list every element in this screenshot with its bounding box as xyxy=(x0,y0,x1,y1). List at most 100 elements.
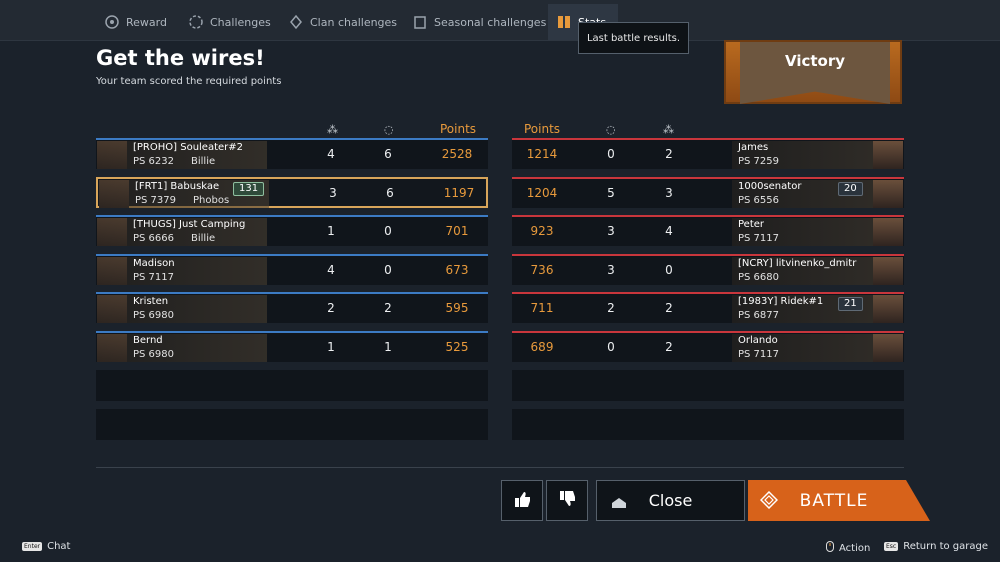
garage-icon xyxy=(611,494,627,513)
companion-name: Phobos xyxy=(193,195,230,206)
player-row[interactable]: 736 3 0 [NCRY] litvinenko_dmitr PS 6680 xyxy=(512,254,904,285)
companion-name: Billie xyxy=(191,156,216,167)
player-name: [THUGS] Just Camping xyxy=(133,219,246,230)
points-value: 595 xyxy=(445,301,469,315)
points-value: 2528 xyxy=(441,147,473,161)
assists-value: 3 xyxy=(607,263,615,277)
assists-value: 2 xyxy=(607,301,615,315)
assists-value: 0 xyxy=(384,263,392,277)
player-power-score: PS 7117 xyxy=(738,349,780,360)
dislike-button[interactable] xyxy=(546,480,588,521)
player-row[interactable]: 923 3 4 Peter PS 7117 xyxy=(512,215,904,246)
player-name: Kristen xyxy=(133,296,169,307)
points-value: 711 xyxy=(530,301,554,315)
player-row[interactable]: 711 2 2 [1983Y] Ridek#1 PS 6877 21 xyxy=(512,292,904,323)
player-card-art xyxy=(97,334,267,362)
mouse-icon xyxy=(826,541,834,555)
avatar xyxy=(873,334,903,362)
close-button-label: Close xyxy=(648,491,693,510)
kills-icon: ⁂ xyxy=(663,123,674,136)
kills-value: 3 xyxy=(665,186,673,200)
player-name: Orlando xyxy=(738,335,778,346)
points-value: 701 xyxy=(445,224,469,238)
assists-value: 6 xyxy=(384,147,392,161)
player-power-score: PS 6980 xyxy=(133,349,175,360)
chat-label: Chat xyxy=(47,541,71,552)
clan-icon xyxy=(288,14,304,30)
thumbs-down-icon xyxy=(557,489,577,513)
player-power-score: PS 6680 xyxy=(738,272,780,283)
kills-value: 0 xyxy=(665,263,673,277)
kills-value: 2 xyxy=(665,340,673,354)
points-value: 689 xyxy=(530,340,554,354)
empty-slot xyxy=(512,409,904,440)
tab-challenges[interactable]: Challenges xyxy=(180,4,279,40)
player-power-score: PS 7117 xyxy=(133,272,175,283)
divider xyxy=(96,467,904,468)
player-row[interactable]: [FRT1] Babuskae PS 7379 Phobos 131 3 6 1197 xyxy=(96,177,488,208)
kills-icon: ⁂ xyxy=(327,123,338,136)
page-title: Get the wires! xyxy=(96,46,265,70)
action-hint[interactable]: Action xyxy=(826,541,870,555)
points-header-left: Points xyxy=(440,122,477,136)
assists-value: 2 xyxy=(384,301,392,315)
page-subtitle: Your team scored the required points xyxy=(96,76,282,87)
assists-value: 0 xyxy=(607,340,615,354)
companion-name: Billie xyxy=(191,233,216,244)
level-badge: 20 xyxy=(838,182,863,196)
reward-icon xyxy=(104,14,120,30)
points-value: 923 xyxy=(530,224,554,238)
kills-value: 1 xyxy=(327,340,335,354)
return-label: Return to garage xyxy=(903,541,989,552)
victory-banner: Victory xyxy=(724,40,902,104)
tab-seasonal-challenges-label: Seasonal challenges xyxy=(434,15,547,29)
player-name: 1000senator xyxy=(738,181,802,192)
battle-button[interactable]: BATTLE xyxy=(748,480,930,521)
player-power-score: PS 6556 xyxy=(738,195,780,206)
player-power-score: PS 6666 xyxy=(133,233,175,244)
points-value: 1197 xyxy=(443,186,475,200)
empty-slot xyxy=(512,370,904,401)
assists-icon: ◌ xyxy=(606,123,616,136)
battle-icon xyxy=(759,490,779,514)
player-row[interactable]: Bernd PS 6980 1 1 525 xyxy=(96,331,488,362)
player-row[interactable]: 1214 0 2 James PS 7259 xyxy=(512,138,904,169)
player-name: Peter xyxy=(738,219,765,230)
kills-value: 4 xyxy=(665,224,673,238)
close-button[interactable]: Close xyxy=(596,480,745,521)
player-row[interactable]: [PROHO] Souleater#2 PS 6232 Billie 4 6 2528 xyxy=(96,138,488,169)
player-power-score: PS 7259 xyxy=(738,156,780,167)
assists-value: 0 xyxy=(384,224,392,238)
assists-value: 1 xyxy=(384,340,392,354)
chat-hint[interactable]: Enter Chat xyxy=(22,541,70,552)
player-name: [PROHO] Souleater#2 xyxy=(133,142,244,153)
player-row[interactable]: 1204 5 3 1000senator PS 6556 20 xyxy=(512,177,904,208)
points-value: 525 xyxy=(445,340,469,354)
thumbs-up-icon xyxy=(512,489,532,513)
player-row[interactable]: Kristen PS 6980 2 2 595 xyxy=(96,292,488,323)
tab-challenges-label: Challenges xyxy=(210,15,271,29)
player-power-score: PS 6232 xyxy=(133,156,175,167)
kills-value: 4 xyxy=(327,263,335,277)
player-row[interactable]: [THUGS] Just Camping PS 6666 Billie 1 0 701 xyxy=(96,215,488,246)
player-row[interactable]: Madison PS 7117 4 0 673 xyxy=(96,254,488,285)
points-value: 1214 xyxy=(526,147,558,161)
points-value: 736 xyxy=(530,263,554,277)
like-button[interactable] xyxy=(501,480,543,521)
points-value: 673 xyxy=(445,263,469,277)
player-power-score: PS 6877 xyxy=(738,310,780,321)
level-badge: 131 xyxy=(233,182,265,196)
player-card-art xyxy=(97,295,267,323)
points-header-right: Points xyxy=(524,122,561,136)
kills-value: 2 xyxy=(327,301,335,315)
tab-seasonal-challenges[interactable]: Seasonal challenges xyxy=(404,4,554,40)
action-label: Action xyxy=(839,542,871,554)
level-badge: 21 xyxy=(838,297,863,311)
tab-clan-challenges[interactable]: Clan challenges xyxy=(280,4,405,40)
tab-reward[interactable]: Reward xyxy=(96,4,175,40)
tab-reward-label: Reward xyxy=(126,15,167,29)
return-hint[interactable]: Esc Return to garage xyxy=(884,541,988,552)
stats-icon xyxy=(556,14,572,30)
player-row[interactable]: 689 0 2 Orlando PS 7117 xyxy=(512,331,904,362)
assists-value: 5 xyxy=(607,186,615,200)
